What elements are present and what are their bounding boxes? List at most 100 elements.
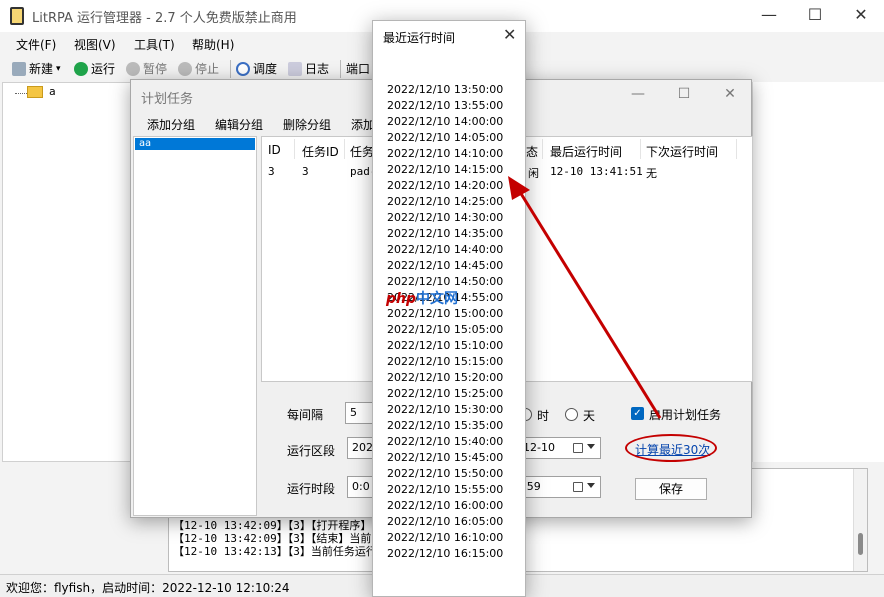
clock-icon — [236, 62, 250, 76]
menu-edit-group[interactable]: 编辑分组 — [215, 116, 263, 133]
run-time-item: 2022/12/10 15:40:00 — [387, 435, 504, 448]
log-scrollbar[interactable] — [853, 469, 867, 571]
new-button[interactable]: 新建 ▾ — [12, 59, 61, 79]
right-pane — [752, 82, 884, 462]
tree-connector — [15, 93, 27, 94]
run-time-item: 2022/12/10 15:00:00 — [387, 307, 504, 320]
play-icon — [74, 62, 88, 76]
run-time-item: 2022/12/10 14:15:00 — [387, 163, 504, 176]
popup-title: 最近运行时间 — [383, 31, 456, 45]
group-item-selected[interactable]: aa — [135, 138, 255, 150]
enable-schedule-checkbox[interactable]: ✓ — [631, 407, 644, 420]
chevron-down-icon[interactable] — [587, 483, 595, 488]
run-time-item: 2022/12/10 15:30:00 — [387, 403, 504, 416]
port-button[interactable]: 端口 — [346, 59, 370, 79]
column-separator — [640, 139, 641, 159]
annotation-ellipse — [625, 434, 717, 462]
period-end-input[interactable]: :59 — [519, 476, 601, 498]
run-time-item: 2022/12/10 14:45:00 — [387, 259, 504, 272]
menu-tools[interactable]: 工具(T) — [134, 36, 175, 53]
dialog-close-button[interactable]: ✕ — [707, 80, 753, 110]
watermark-cn: 中文网 — [416, 291, 459, 307]
range-end-input[interactable]: 12-10 — [519, 437, 601, 459]
cell-task-id: 3 — [302, 165, 309, 178]
run-time-item: 2022/12/10 15:15:00 — [387, 355, 504, 368]
run-time-item: 2022/12/10 15:10:00 — [387, 339, 504, 352]
stop-button[interactable]: 停止 — [178, 59, 219, 79]
chevron-down-icon[interactable] — [587, 444, 595, 449]
menu-file[interactable]: 文件(F) — [16, 36, 56, 53]
log-button[interactable]: 日志 — [288, 59, 329, 79]
recent-run-times-popup: 最近运行时间 ✕ 2022/12/10 13:50:00 2022/12/10 … — [372, 20, 526, 597]
task-tree[interactable]: a — [2, 82, 132, 462]
schedule-label: 调度 — [253, 62, 278, 76]
unit-day-label: 天 — [583, 409, 596, 423]
run-time-item: 2022/12/10 15:45:00 — [387, 451, 504, 464]
run-time-list[interactable]: 2022/12/10 13:50:00 2022/12/10 13:55:00 … — [387, 82, 517, 562]
menu-delete-group[interactable]: 删除分组 — [283, 116, 331, 133]
run-time-item: 2022/12/10 14:20:00 — [387, 179, 504, 192]
maximize-button[interactable]: ☐ — [792, 0, 838, 32]
col-header-status[interactable]: 态 — [526, 143, 538, 160]
run-time-item: 2022/12/10 13:50:00 — [387, 83, 504, 96]
run-time-item: 2022/12/10 14:35:00 — [387, 227, 504, 240]
menu-add-group[interactable]: 添加分组 — [147, 116, 195, 133]
run-time-item: 2022/12/10 15:55:00 — [387, 483, 504, 496]
column-separator — [736, 139, 737, 159]
close-button[interactable]: ✕ — [838, 0, 884, 32]
stop-label: 停止 — [195, 62, 220, 76]
range-label: 运行区段 — [287, 444, 336, 458]
schedule-button[interactable]: 调度 — [236, 59, 277, 79]
toolbar-separator — [230, 60, 231, 78]
cell-last-run: 12-10 13:41:51 — [550, 165, 643, 178]
col-header-last-run[interactable]: 最后运行时间 — [550, 143, 622, 160]
interval-label: 每间隔 — [287, 408, 324, 422]
col-header-task[interactable]: 任务 — [350, 143, 374, 160]
log-scroll-thumb[interactable] — [858, 533, 863, 555]
popup-close-button[interactable]: ✕ — [503, 25, 516, 44]
period-label: 运行时段 — [287, 482, 336, 496]
tree-item-label[interactable]: a — [49, 85, 56, 98]
toolbar-separator — [340, 60, 341, 78]
run-time-item: 2022/12/10 15:35:00 — [387, 419, 504, 432]
run-time-item: 2022/12/10 14:05:00 — [387, 131, 504, 144]
cell-next-run: 无 — [646, 167, 657, 180]
run-time-item: 2022/12/10 14:40:00 — [387, 243, 504, 256]
cell-status: 闲 — [528, 167, 539, 180]
log-line: 【12-10 13:42:13】【3】当前任务运行 — [173, 545, 377, 558]
status-text: 欢迎您：flyfish，启动时间：2022-12-10 12:10:24 — [6, 581, 290, 595]
run-time-item: 2022/12/10 15:20:00 — [387, 371, 504, 384]
run-time-item: 2022/12/10 15:25:00 — [387, 387, 504, 400]
chevron-down-icon: ▾ — [56, 64, 61, 74]
dialog-minimize-button[interactable]: — — [615, 80, 661, 110]
column-separator — [542, 139, 543, 159]
col-header-task-id[interactable]: 任务ID — [302, 143, 339, 160]
port-label: 端口 — [346, 62, 371, 76]
stop-icon — [178, 62, 192, 76]
run-label: 运行 — [91, 62, 116, 76]
col-header-id[interactable]: ID — [268, 143, 281, 157]
col-header-next-run[interactable]: 下次运行时间 — [646, 143, 718, 160]
run-time-item: 2022/12/10 16:00:00 — [387, 499, 504, 512]
run-button[interactable]: 运行 — [74, 59, 115, 79]
dialog-title: 计划任务 — [141, 92, 194, 107]
range-end-value: 12-10 — [523, 441, 555, 454]
dialog-maximize-button[interactable]: ☐ — [661, 80, 707, 110]
run-time-item: 2022/12/10 16:05:00 — [387, 515, 504, 528]
log-icon — [288, 62, 302, 76]
run-time-item: 2022/12/10 15:05:00 — [387, 323, 504, 336]
save-button[interactable]: 保存 — [635, 478, 707, 500]
unit-day-radio[interactable] — [565, 408, 578, 421]
column-separator — [294, 139, 295, 159]
pause-label: 暂停 — [143, 62, 168, 76]
menu-help[interactable]: 帮助(H) — [192, 36, 234, 53]
pause-icon — [126, 62, 140, 76]
pause-button[interactable]: 暂停 — [126, 59, 167, 79]
minimize-button[interactable]: — — [746, 0, 792, 32]
log-label: 日志 — [305, 62, 330, 76]
window-title: LitRPA 运行管理器 - 2.7 个人免费版禁止商用 — [32, 11, 297, 26]
cell-id: 3 — [268, 165, 275, 178]
group-list[interactable]: aa — [133, 136, 257, 516]
menu-view[interactable]: 视图(V) — [74, 36, 116, 53]
folder-icon — [27, 86, 43, 98]
